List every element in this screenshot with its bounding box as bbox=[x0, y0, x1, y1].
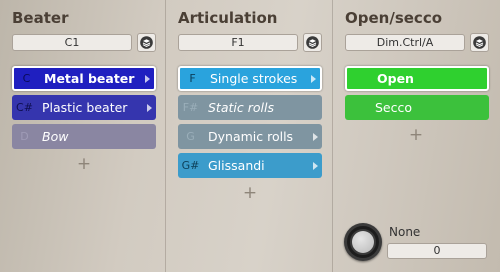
key-label: C bbox=[22, 72, 31, 85]
item-label: Dynamic rolls bbox=[208, 129, 294, 144]
articulation-selector[interactable]: F1 bbox=[178, 34, 298, 51]
triangle-right-icon[interactable] bbox=[145, 74, 150, 83]
knob[interactable] bbox=[344, 223, 382, 261]
articulation-item-static-rolls[interactable]: F# Static rolls bbox=[178, 95, 322, 120]
key-label: C# bbox=[16, 101, 33, 114]
beater-item-metal[interactable]: C Metal beater bbox=[12, 66, 156, 91]
key-label bbox=[345, 95, 370, 120]
articulation-add-button[interactable]: + bbox=[240, 183, 260, 203]
articulation-title: Articulation bbox=[178, 9, 278, 27]
item-label: Bow bbox=[42, 129, 69, 144]
layers-icon bbox=[306, 36, 319, 49]
key-label bbox=[347, 68, 372, 89]
item-label: Plastic beater bbox=[42, 100, 128, 115]
beater-stack-button[interactable] bbox=[137, 33, 156, 52]
beater-panel: Beater C1 C Metal beater C# Plastic beat… bbox=[0, 0, 166, 272]
item-label: Single strokes bbox=[210, 71, 298, 86]
open-secco-add-button[interactable]: + bbox=[406, 125, 426, 145]
articulation-stack-button[interactable] bbox=[303, 33, 322, 52]
articulation-item-dynamic-rolls[interactable]: G Dynamic rolls bbox=[178, 124, 322, 149]
key-label: D bbox=[20, 130, 29, 143]
beater-title: Beater bbox=[12, 9, 69, 27]
key-label: G# bbox=[181, 159, 200, 172]
key-label: G bbox=[186, 130, 195, 143]
articulation-item-single-strokes[interactable]: F Single strokes bbox=[178, 66, 322, 91]
layers-icon bbox=[473, 36, 486, 49]
layers-icon bbox=[140, 36, 153, 49]
open-secco-stack-button[interactable] bbox=[470, 33, 489, 52]
triangle-right-icon[interactable] bbox=[313, 161, 318, 170]
open-secco-item-open[interactable]: Open bbox=[345, 66, 489, 91]
knob-value-field[interactable]: 0 bbox=[387, 243, 487, 259]
key-label: F bbox=[189, 72, 196, 85]
item-label: Secco bbox=[375, 100, 413, 115]
open-secco-selector[interactable]: Dim.Ctrl/A bbox=[345, 34, 465, 51]
knob-cap bbox=[352, 231, 374, 253]
beater-item-bow[interactable]: D Bow bbox=[12, 124, 156, 149]
knob-label: None bbox=[389, 225, 421, 239]
articulation-panel: Articulation F1 F Single strokes F# Stat… bbox=[166, 0, 333, 272]
item-label: Metal beater bbox=[44, 71, 135, 86]
key-label: F# bbox=[182, 101, 199, 114]
item-label: Static rolls bbox=[208, 100, 274, 115]
triangle-right-icon[interactable] bbox=[313, 132, 318, 141]
open-secco-item-secco[interactable]: Secco bbox=[345, 95, 489, 120]
triangle-right-icon[interactable] bbox=[147, 103, 152, 112]
item-label: Glissandi bbox=[208, 158, 265, 173]
item-label: Open bbox=[377, 71, 414, 86]
triangle-right-icon[interactable] bbox=[311, 74, 316, 83]
beater-item-plastic[interactable]: C# Plastic beater bbox=[12, 95, 156, 120]
beater-selector[interactable]: C1 bbox=[12, 34, 132, 51]
articulation-item-glissandi[interactable]: G# Glissandi bbox=[178, 153, 322, 178]
beater-add-button[interactable]: + bbox=[74, 154, 94, 174]
open-secco-title: Open/secco bbox=[345, 9, 443, 27]
